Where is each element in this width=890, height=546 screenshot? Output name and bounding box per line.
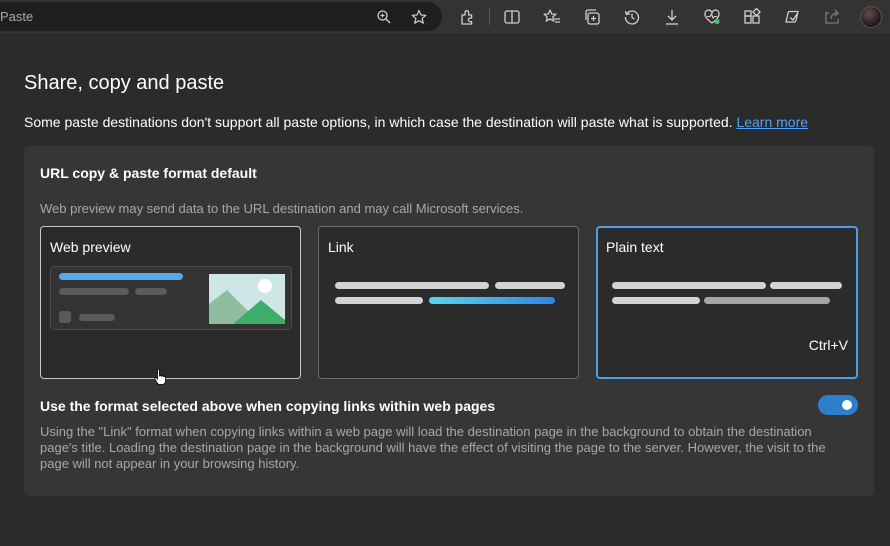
option-label: Web preview	[50, 239, 131, 255]
link-hyperlink-line	[429, 297, 555, 304]
preview-title-line	[59, 273, 183, 280]
option-label: Plain text	[606, 239, 664, 255]
shortcut-label: Ctrl+V	[808, 337, 848, 353]
link-text-line	[495, 282, 565, 289]
zoom-icon[interactable]	[376, 9, 392, 25]
plain-text-line	[612, 282, 766, 289]
toolbar-divider	[489, 8, 490, 25]
preview-text-line	[59, 288, 129, 295]
plain-text-line	[770, 282, 842, 289]
apps-icon[interactable]	[743, 8, 761, 26]
profile-avatar[interactable]	[860, 6, 882, 28]
share-icon[interactable]	[823, 8, 841, 26]
page-title: Share, copy and paste	[24, 72, 225, 94]
link-text-line	[335, 282, 489, 289]
browser-essentials-icon[interactable]	[703, 8, 721, 26]
within-pages-title: Use the format selected above when copyi…	[40, 398, 496, 414]
option-plain-text[interactable]: Plain text Ctrl+V	[596, 226, 858, 379]
history-icon[interactable]	[623, 8, 641, 26]
toggle-knob	[842, 400, 852, 410]
plain-text-line	[612, 297, 700, 304]
browser-toolbar: Paste	[0, 0, 890, 33]
option-web-preview[interactable]: Web preview	[40, 226, 301, 379]
link-text-line	[335, 297, 423, 304]
url-format-title: URL copy & paste format default	[40, 165, 257, 181]
page-description: Some paste destinations don't support al…	[24, 114, 808, 130]
within-pages-description: Using the "Link" format when copying lin…	[40, 424, 826, 471]
downloads-icon[interactable]	[663, 8, 681, 26]
favorites-icon[interactable]	[543, 8, 561, 26]
description-text: Some paste destinations don't support al…	[24, 114, 733, 130]
address-bar[interactable]: Paste	[0, 2, 442, 31]
settings-panel: URL copy & paste format default Web prev…	[24, 146, 874, 496]
option-link[interactable]: Link	[318, 226, 579, 379]
within-pages-toggle[interactable]	[818, 395, 858, 415]
split-screen-icon[interactable]	[503, 8, 521, 26]
learn-more-link[interactable]: Learn more	[736, 114, 808, 130]
web-preview-illustration	[50, 266, 292, 330]
url-format-subtitle: Web preview may send data to the URL des…	[40, 201, 524, 216]
copilot-icon[interactable]	[783, 8, 801, 26]
preview-text-line	[135, 288, 167, 295]
collections-icon[interactable]	[583, 8, 601, 26]
hand-cursor-icon	[154, 369, 166, 385]
plain-text-line	[704, 297, 830, 304]
option-label: Link	[328, 239, 354, 255]
image-thumbnail-icon	[209, 274, 285, 324]
preview-favicon	[59, 311, 71, 323]
preview-url-line	[79, 314, 115, 321]
address-text[interactable]: Paste	[0, 9, 33, 24]
extensions-icon[interactable]	[459, 8, 477, 26]
favorite-star-icon[interactable]	[411, 9, 427, 25]
